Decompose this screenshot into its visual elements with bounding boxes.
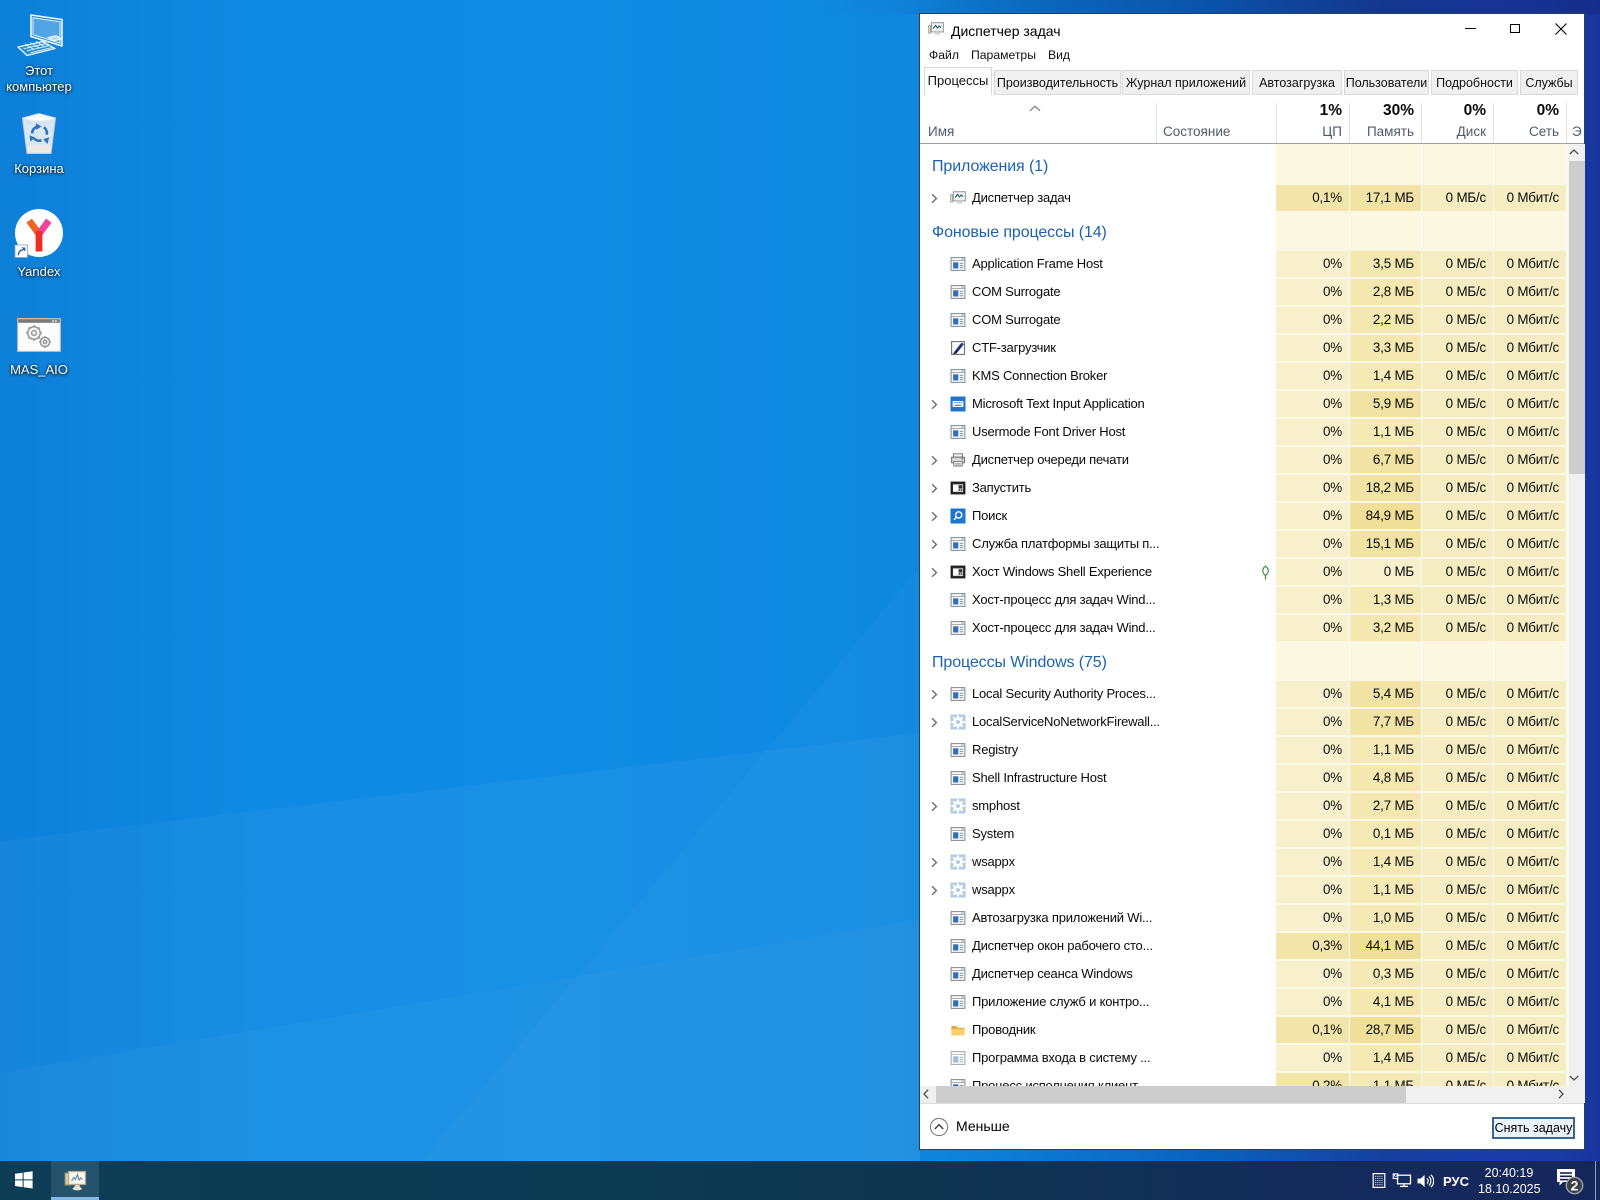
svg-text:2: 2 [1571, 1178, 1579, 1194]
